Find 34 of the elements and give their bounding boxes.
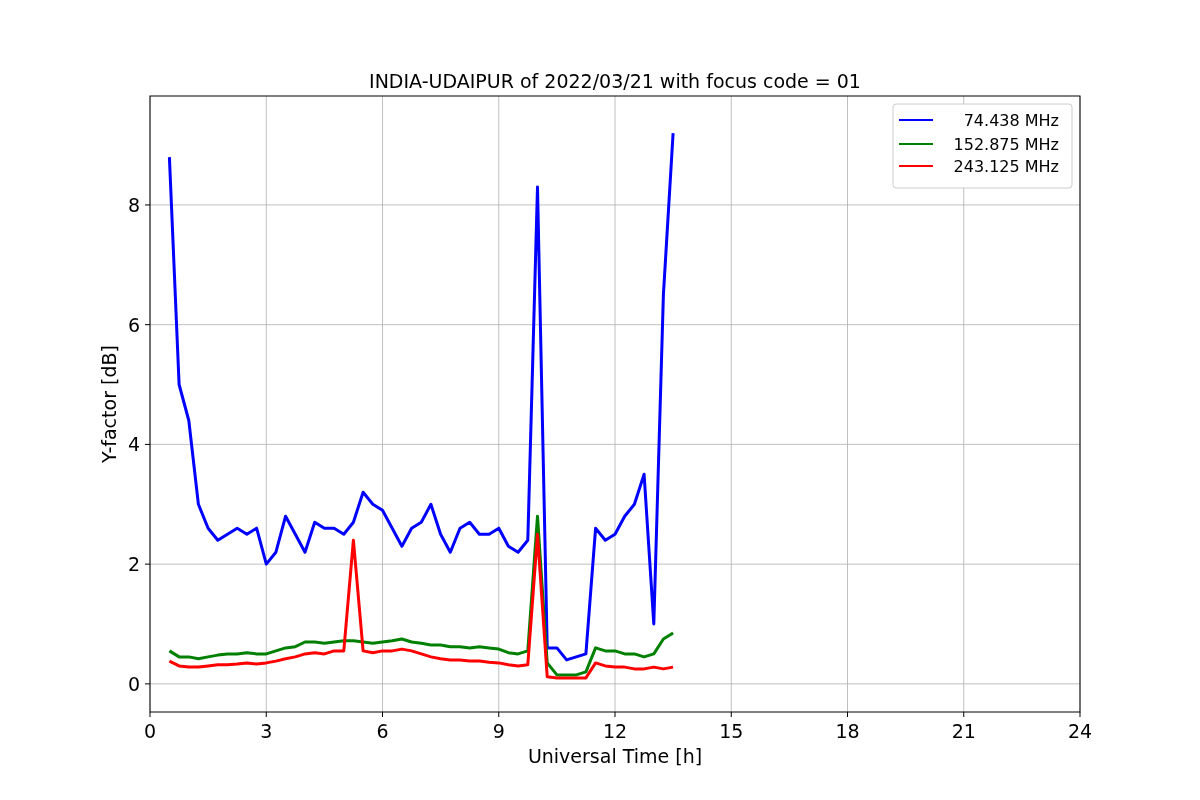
x-tick-label: 3 xyxy=(260,720,273,742)
chart-title: INDIA-UDAIPUR of 2022/03/21 with focus code = 01 xyxy=(369,70,861,92)
legend-label: 243.125 MHz xyxy=(953,157,1059,176)
y-tick-label: 8 xyxy=(127,193,140,216)
tick-mark xyxy=(382,711,383,718)
x-tick-label: 18 xyxy=(835,720,860,742)
tick-mark xyxy=(144,683,151,685)
tick-mark xyxy=(614,711,616,718)
y-axis-label: Y-factor [dB] xyxy=(98,345,120,463)
x-tick-label: 9 xyxy=(492,720,505,742)
tick-mark xyxy=(144,443,151,445)
x-tick-label: 15 xyxy=(719,720,744,742)
tick-mark xyxy=(149,711,151,718)
legend-label: 74.438 MHz xyxy=(963,111,1059,130)
y-tick-label: 2 xyxy=(127,553,140,576)
tick-mark xyxy=(963,711,965,718)
tick-mark xyxy=(144,204,151,206)
y-tick-label: 0 xyxy=(127,672,140,695)
tick-mark xyxy=(265,711,267,718)
x-tick-label: 21 xyxy=(951,720,976,742)
x-tick-label: 12 xyxy=(602,720,628,742)
x-tick-label: 24 xyxy=(1067,720,1093,742)
x-tick-label: 6 xyxy=(376,720,389,742)
y-tick-label: 6 xyxy=(127,313,140,336)
x-axis-label: Universal Time [h] xyxy=(527,745,703,767)
tick-mark xyxy=(144,324,151,326)
tick-mark xyxy=(847,711,848,718)
tick-mark xyxy=(498,711,500,718)
y-tick-label: 4 xyxy=(127,433,140,456)
tick-mark xyxy=(1079,711,1081,718)
legend-label: 152.875 MHz xyxy=(953,135,1059,154)
tick-mark xyxy=(730,711,732,718)
tick-mark xyxy=(144,563,151,565)
x-tick-label: 0 xyxy=(143,720,157,742)
